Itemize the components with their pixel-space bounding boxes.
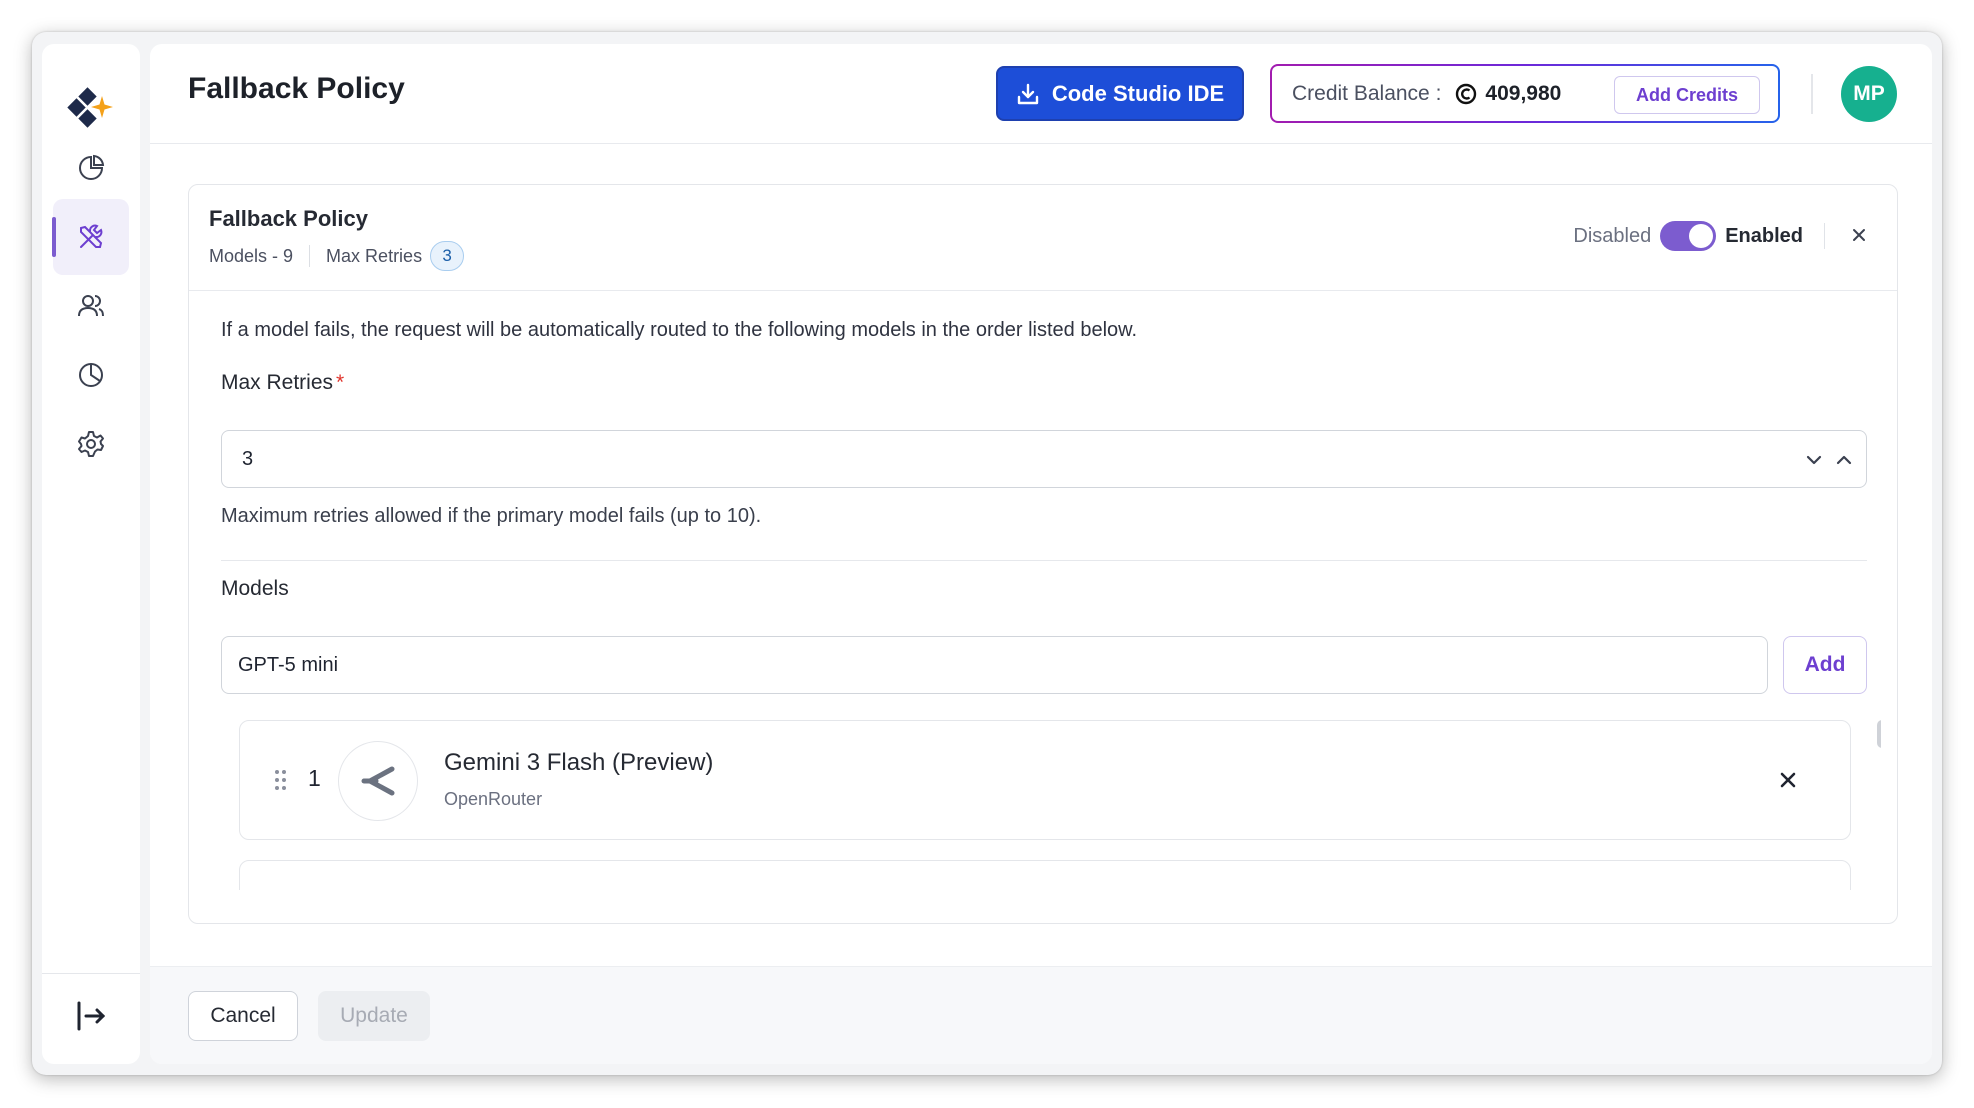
app-logo[interactable] [64,82,116,134]
pie-chart-icon [79,154,105,180]
update-button[interactable]: Update [318,991,430,1041]
card-title: Fallback Policy [209,206,368,231]
footer-bar: Cancel Update [150,966,1932,1064]
chevron-down-icon[interactable] [1802,448,1826,472]
toggle-knob [1689,224,1714,248]
max-retries-label: Max Retries * [221,371,344,395]
max-retries-hint: Maximum retries allowed if the primary m… [221,505,762,527]
code-studio-button[interactable]: Code Studio IDE [996,66,1244,121]
policy-toggle-group: Disabled Enabled [1573,221,1803,251]
max-retries-value: 3 [242,447,254,470]
models-label: Models [221,577,289,600]
policy-description: If a model fails, the request will be au… [221,319,1138,341]
tools-icon [80,224,103,248]
close-icon [1780,772,1796,788]
openrouter-icon [338,741,418,821]
max-retries-label-text: Max Retries [221,371,334,394]
card-header: Fallback Policy Models - 9 Max Retries 3… [189,185,1897,291]
list-item[interactable]: 1 Gemini 3 Flash (Preview) OpenRouter [239,720,1851,840]
close-button[interactable] [1845,221,1873,249]
credit-value: 409,980 [1485,81,1562,105]
logout-icon [77,1001,106,1031]
sidebar-item-users[interactable] [53,268,129,344]
header-divider [1811,74,1813,114]
avatar[interactable]: MP [1841,66,1897,122]
sidebar-item-dashboard[interactable] [53,130,129,206]
toggle-disabled-label: Disabled [1573,224,1652,247]
list-item[interactable] [239,860,1851,890]
toggle-enabled-label: Enabled [1725,224,1803,247]
cancel-button[interactable]: Cancel [188,991,298,1041]
max-retries-stepper[interactable]: 3 [221,430,1867,488]
model-name: Gemini 3 Flash (Preview) [444,749,714,776]
sidebar-item-usage[interactable] [53,337,129,413]
policy-toggle[interactable] [1660,221,1717,251]
retries-badge: 3 [430,241,465,271]
download-icon [1017,83,1039,104]
required-mark: * [336,371,345,394]
sidebar-item-settings[interactable] [53,406,129,482]
model-search-input[interactable] [221,636,1768,694]
drag-handle-icon[interactable] [274,769,288,791]
sidebar [42,44,140,1064]
top-bar: Fallback Policy Code Studio IDE Credit B… [150,44,1932,144]
chevron-up-icon[interactable] [1832,448,1856,472]
logout-button[interactable] [65,990,117,1042]
meta-divider [309,245,311,267]
model-provider: OpenRouter [444,789,543,809]
model-order-number: 1 [308,765,321,791]
sidebar-divider [42,973,140,974]
fallback-policy-card: Fallback Policy Models - 9 Max Retries 3… [188,184,1898,924]
retries-label: Max Retries [326,245,423,266]
active-indicator [52,217,56,257]
add-model-button[interactable]: Add [1783,636,1867,694]
close-icon [1853,229,1865,241]
users-icon [78,295,104,317]
gear-icon [78,431,104,457]
code-studio-label: Code Studio IDE [1051,80,1225,106]
remove-model-button[interactable] [1774,766,1802,794]
app-window: Fallback Policy Code Studio IDE Credit B… [32,32,1942,1075]
header-separator [1824,223,1825,249]
main-panel: Fallback Policy Code Studio IDE Credit B… [150,44,1932,1064]
coin-icon [1456,83,1477,104]
credit-label: Credit Balance : [1292,81,1442,105]
sidebar-item-tools[interactable] [52,199,129,275]
card-meta: Models - 9 Max Retries 3 [209,241,465,271]
models-count: Models - 9 [209,245,294,266]
chart-icon [79,363,103,387]
credit-balance: Credit Balance : 409,980 Add Credits [1270,64,1780,123]
scrollbar[interactable] [1877,720,1881,748]
model-list: 1 Gemini 3 Flash (Preview) OpenRouter [221,720,1881,890]
section-divider [221,560,1867,561]
page-title: Fallback Policy [188,72,405,105]
add-credits-button[interactable]: Add Credits [1614,76,1760,114]
